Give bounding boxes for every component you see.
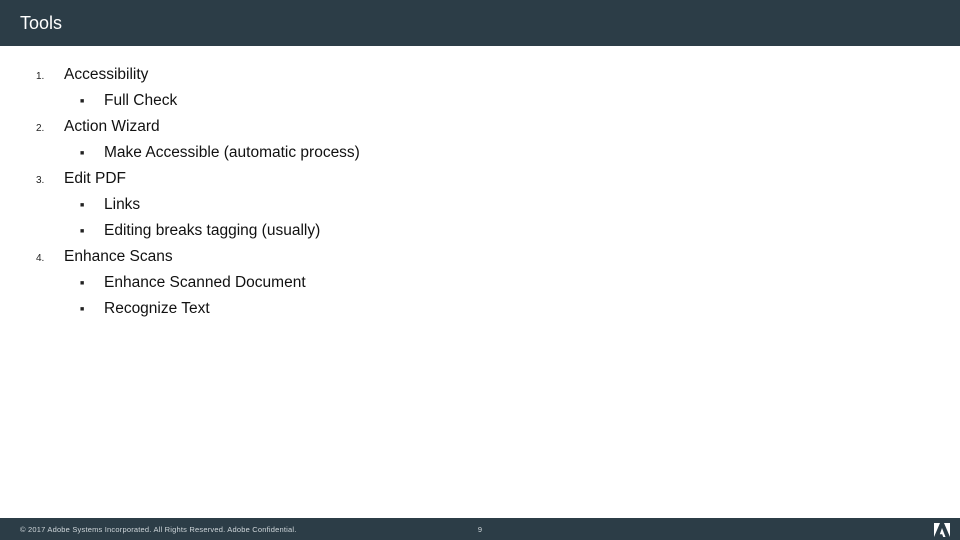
sublist-label: Recognize Text	[104, 300, 210, 318]
bullet-icon: ■	[80, 98, 104, 105]
list-number: 1.	[36, 71, 64, 82]
sublist-item: ■ Editing breaks tagging (usually)	[80, 222, 924, 240]
sublist-item: ■ Recognize Text	[80, 300, 924, 318]
bullet-icon: ■	[80, 150, 104, 157]
title-bar: Tools	[0, 0, 960, 46]
list-label: Edit PDF	[64, 170, 126, 188]
list-item: 4. Enhance Scans	[36, 248, 924, 266]
sublist-label: Full Check	[104, 92, 177, 110]
list-item: 3. Edit PDF	[36, 170, 924, 188]
outline-list: 1. Accessibility ■ Full Check 2. Action …	[36, 66, 924, 318]
sublist: ■ Enhance Scanned Document ■ Recognize T…	[36, 274, 924, 318]
sublist-label: Make Accessible (automatic process)	[104, 144, 360, 162]
list-number: 4.	[36, 253, 64, 264]
sublist-label: Editing breaks tagging (usually)	[104, 222, 320, 240]
list-number: 3.	[36, 175, 64, 186]
sublist-label: Enhance Scanned Document	[104, 274, 306, 292]
slide-title: Tools	[20, 13, 62, 34]
list-number: 2.	[36, 123, 64, 134]
bullet-icon: ■	[80, 306, 104, 313]
sublist: ■ Links ■ Editing breaks tagging (usuall…	[36, 196, 924, 240]
bullet-icon: ■	[80, 280, 104, 287]
bullet-icon: ■	[80, 228, 104, 235]
bullet-icon: ■	[80, 202, 104, 209]
list-label: Action Wizard	[64, 118, 160, 136]
sublist-item: ■ Make Accessible (automatic process)	[80, 144, 924, 162]
sublist-item: ■ Full Check	[80, 92, 924, 110]
list-label: Accessibility	[64, 66, 148, 84]
sublist-item: ■ Enhance Scanned Document	[80, 274, 924, 292]
slide-body: 1. Accessibility ■ Full Check 2. Action …	[0, 46, 960, 318]
sublist-label: Links	[104, 196, 140, 214]
sublist-item: ■ Links	[80, 196, 924, 214]
sublist: ■ Full Check	[36, 92, 924, 110]
footer-bar: © 2017 Adobe Systems Incorporated. All R…	[0, 518, 960, 540]
copyright-text: © 2017 Adobe Systems Incorporated. All R…	[0, 525, 297, 534]
list-item: 1. Accessibility	[36, 66, 924, 84]
adobe-logo-icon	[934, 523, 950, 537]
list-label: Enhance Scans	[64, 248, 173, 266]
list-item: 2. Action Wizard	[36, 118, 924, 136]
page-number: 9	[478, 525, 482, 534]
sublist: ■ Make Accessible (automatic process)	[36, 144, 924, 162]
